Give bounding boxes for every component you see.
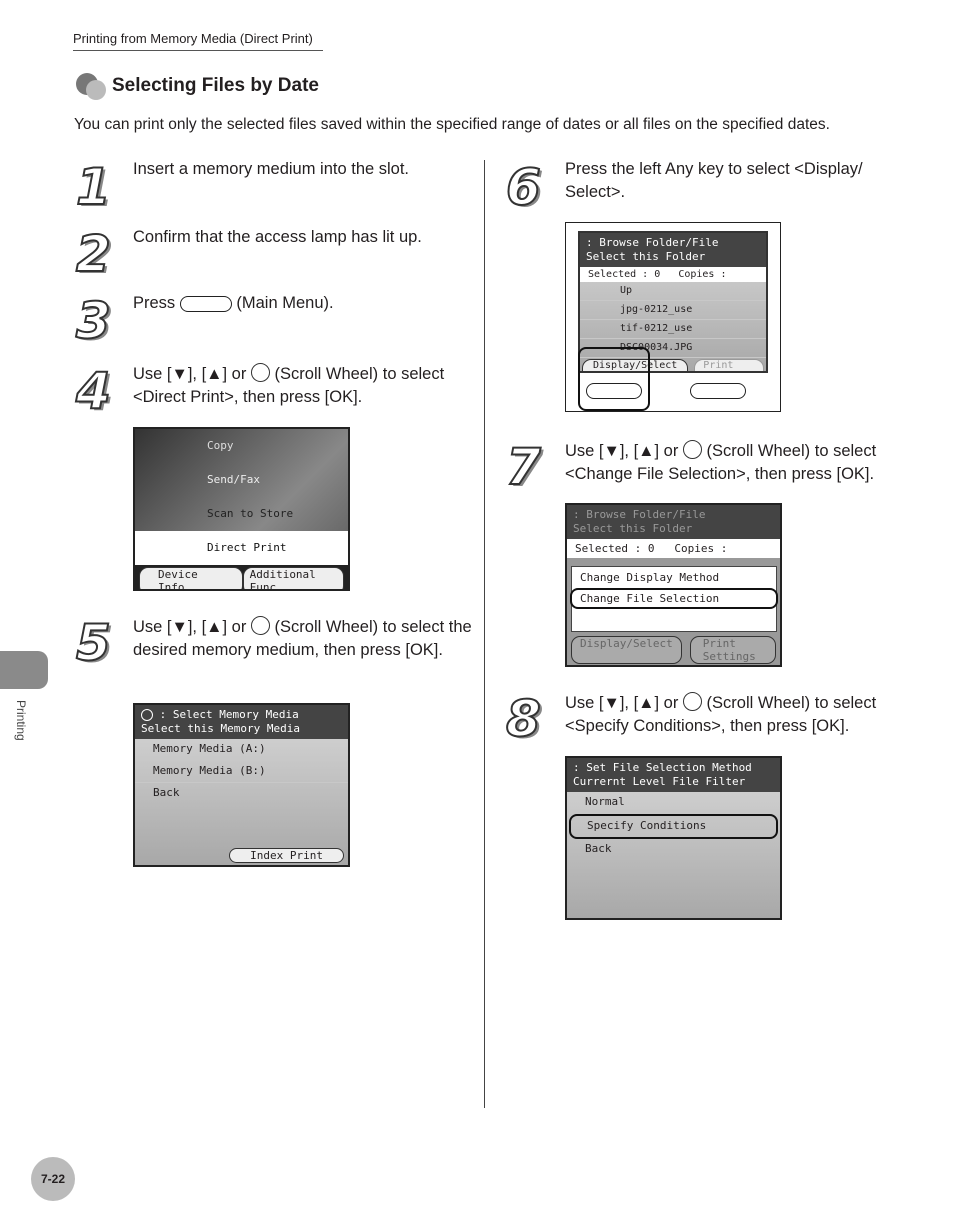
step-text: Use [▼], [▲] or (Scroll Wheel) to select… [565,440,905,486]
step-number: 2 [75,224,112,284]
title-line1: : Select Memory Media [159,708,299,721]
list-item[interactable]: Memory Media (A:) [135,739,348,761]
step-text-pre: Use [▼], [▲] or [133,618,247,636]
highlight-outline [578,347,650,411]
step-text: Use [▼], [▲] or (Scroll Wheel) to select… [565,692,905,738]
menu-item-direct-print[interactable]: Direct Print [135,531,348,565]
list-item-selected[interactable]: Specify Conditions [569,814,778,839]
step-number: 1 [75,157,112,217]
status-row: Selected : 0 Copies : [580,267,766,282]
set-file-selection-screen: : Set File Selection Method Currernt Leve… [565,756,782,920]
step-text-pre: Use [▼], [▲] or [133,365,247,383]
title-line2: Select this Folder [586,250,706,263]
manual-page: Printing from Memory Media (Direct Print… [0,0,954,1227]
step-number: 8 [505,689,542,749]
scroll-wheel-icon [250,363,270,382]
index-print-button[interactable]: Index Print [229,848,344,863]
screen-title: : Browse Folder/File Select this Folder [567,505,780,539]
list-item[interactable]: Normal [567,792,780,814]
step-text: Press the left Any key to select <Displa… [565,160,863,201]
bullet-icon [86,80,106,100]
screen-title: : Browse Folder/File Select this Folder [580,233,766,267]
column-divider [484,160,485,1108]
step-number: 4 [75,361,112,421]
copies-count: Copies : [678,269,727,280]
main-menu-screen: Copy Send/Fax Scan to Store Direct Print… [133,427,350,591]
title-line1: : Browse Folder/File [586,236,719,249]
scroll-wheel-icon [682,692,702,711]
menu-item-send-fax[interactable]: Send/Fax [135,463,348,497]
left-any-key[interactable] [586,383,642,399]
step-text-pre: Use [▼], [▲] or [565,694,679,712]
additional-func-button[interactable]: Additional Func. [242,567,344,589]
selected-count: Selected : 0 [588,269,661,280]
step-text: Press (Main Menu). [133,292,463,315]
screen-title: : Select Memory Media Select this Memory … [135,705,348,739]
print-settings-button[interactable]: Print Settings [689,636,776,664]
step-text: Use [▼], [▲] or (Scroll Wheel) to select… [133,616,473,662]
scroll-wheel-icon [682,440,702,459]
list-item-folder[interactable]: jpg-0212_use [580,301,766,320]
step-text: Confirm that the access lamp has lit up. [133,228,422,246]
step-text-pre: Use [▼], [▲] or [565,442,679,460]
title-line1: : Set File Selection Method [573,761,752,774]
step-text-post: (Main Menu). [236,294,334,312]
chapter-tab [0,651,48,689]
list-item-up[interactable]: Up [580,282,766,301]
right-any-key[interactable] [690,383,746,399]
title-line2: Select this Folder [573,522,693,535]
select-memory-media-screen: : Select Memory Media Select this Memory … [133,703,350,867]
list-item[interactable]: Back [135,783,348,804]
change-file-selection-screen: : Browse Folder/File Select this Folder S… [565,503,782,667]
device-info-button[interactable]: Device Info. [139,567,243,589]
step-text: Use [▼], [▲] or (Scroll Wheel) to select… [133,363,473,409]
title-line1: : Browse Folder/File [573,508,706,521]
step-text-pre: Press [133,294,176,312]
menu-item-copy[interactable]: Copy [135,429,348,463]
main-menu-key-icon [179,295,232,312]
running-header: Printing from Memory Media (Direct Print… [73,31,323,51]
status-row: Selected : 0 Copies : [567,539,780,558]
list-item[interactable]: Back [567,839,780,860]
display-select-button[interactable]: Display/Select [571,636,682,664]
side-tab-label: Printing [14,700,28,741]
step-number: 5 [75,613,112,673]
step-number: 6 [505,157,542,217]
section-title: Selecting Files by Date [112,75,319,96]
ok-icon [141,709,153,721]
menu-item-scan-to-store[interactable]: Scan to Store [135,497,348,531]
menu-item-selected[interactable]: Change File Selection [570,588,778,609]
title-line2: Currernt Level File Filter [573,775,746,788]
scroll-wheel-icon [250,616,270,635]
page-number: 7-22 [31,1157,75,1201]
popup-menu: Change Display Method Change File Select… [570,566,778,632]
copies-count: Copies : [674,542,728,555]
list-item-folder[interactable]: tif-0212_use [580,320,766,339]
selected-count: Selected : 0 [575,542,655,555]
screen-title: : Set File Selection Method Currernt Leve… [567,758,780,792]
menu-item[interactable]: Change Display Method [572,567,776,588]
step-text: Insert a memory medium into the slot. [133,160,410,178]
title-line2: Select this Memory Media [141,722,300,735]
list-item[interactable]: Memory Media (B:) [135,761,348,783]
intro-text: You can print only the selected files sa… [74,116,830,133]
step-number: 7 [505,437,542,497]
device-panel: : Browse Folder/File Select this Folder S… [565,222,781,412]
step-number: 3 [75,291,112,351]
print-settings-button[interactable]: Print Settings [694,359,764,371]
